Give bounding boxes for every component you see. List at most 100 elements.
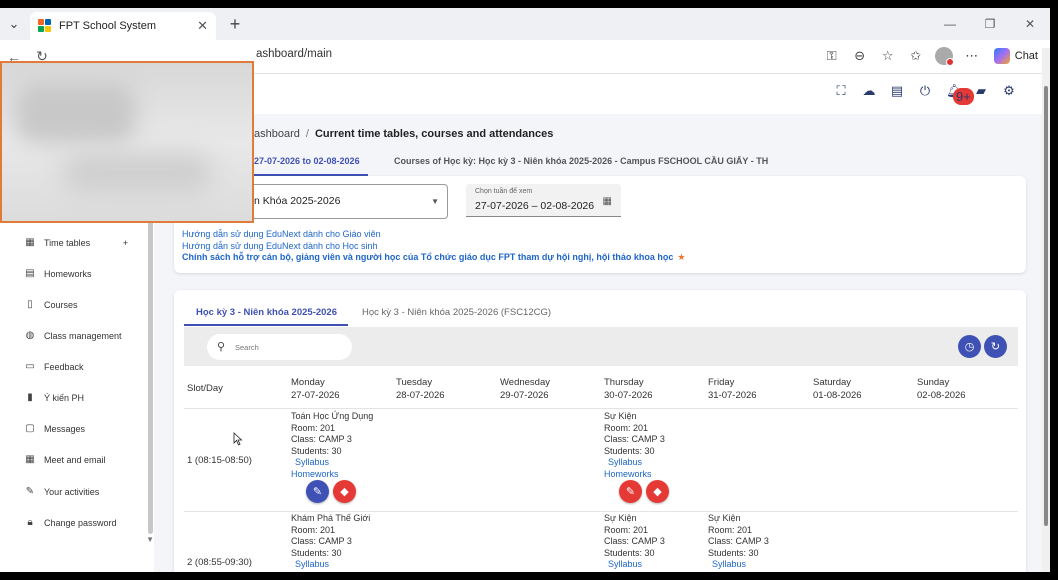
day-header-tuesday: Tuesday 28-07-2026 <box>396 376 445 402</box>
settings-gear-icon[interactable]: ⚙ <box>1002 84 1016 98</box>
key-icon[interactable]: ⚿ <box>820 44 844 68</box>
cell-class: Class: CAMP 3 <box>604 434 665 445</box>
expand-plus-icon[interactable]: + <box>123 238 128 248</box>
syllabus-link[interactable]: Syllabus <box>604 457 665 469</box>
activity-icon: ✎ <box>25 486 35 497</box>
cell-class: Class: CAMP 3 <box>604 536 665 547</box>
sidebar-item-time-tables[interactable]: ▦ Time tables + <box>24 235 134 251</box>
sidebar-item--ki-n-ph[interactable]: ▮ Ý kiến PH <box>24 390 134 406</box>
bookmark-icon: ▮ <box>27 392 33 403</box>
close-tab-icon[interactable]: ✕ <box>197 18 208 34</box>
syllabus-link[interactable]: Syllabus <box>291 559 370 571</box>
fullscreen-icon[interactable]: ⛶ <box>834 84 848 98</box>
favorites-list-icon[interactable]: ✩ <box>904 44 928 68</box>
syllabus-link[interactable]: Syllabus <box>708 559 769 571</box>
day-name: Saturday <box>813 377 852 388</box>
cell-students: Students: 30 <box>604 445 655 456</box>
cell-class: Class: CAMP 3 <box>708 536 769 547</box>
pencil-icon: ✎ <box>625 486 636 498</box>
week-picker-value: 27-07-2026 – 02-08-2026 <box>475 200 595 212</box>
minimize-icon[interactable]: — <box>930 8 970 40</box>
url-field[interactable]: ashboard/main <box>256 48 332 60</box>
course-button[interactable]: ◆ <box>646 480 669 503</box>
sidebar-item-meet-and-email[interactable]: ▦ Meet and email <box>24 452 134 468</box>
tab-courses[interactable]: Courses of Học kỳ: Học kỳ 3 - Niên khóa … <box>394 156 768 166</box>
homeworks-link[interactable]: Homeworks <box>291 469 373 481</box>
sidebar-item-courses[interactable]: ▯ Courses <box>24 297 134 313</box>
site-favicon-icon <box>38 19 52 33</box>
cloud-download-icon[interactable]: ☁ <box>862 84 876 98</box>
breadcrumb-parent[interactable]: ashboard <box>254 128 300 140</box>
day-name: Tuesday <box>396 377 433 388</box>
more-icon[interactable]: ⋯ <box>960 44 984 68</box>
edit-button[interactable]: ✎ <box>619 480 642 503</box>
search-input[interactable] <box>235 339 340 355</box>
year-select[interactable]: n Khóa 2025-2026 ▼ <box>254 184 448 219</box>
page-scrollbar[interactable] <box>1042 48 1050 572</box>
day-name: Thursday <box>604 377 644 388</box>
mouse-cursor-icon <box>233 432 243 446</box>
filter-card: n Khóa 2025-2026 ▼ Chọn tuần để xem 27-0… <box>174 176 1026 273</box>
cell-subject: Sự Kiện <box>604 411 637 421</box>
timetable-cell: Toán Học Ứng Dụng Room: 201 Class: CAMP 3S… <box>291 411 373 481</box>
calendar-icon: ▦ <box>25 237 35 248</box>
new-tab-button[interactable]: + <box>222 11 248 37</box>
timetable-cell: Khám Phá Thế Giới Room: 201 Class: CAMP 3S… <box>291 513 370 572</box>
day-name: Friday <box>708 377 735 388</box>
sidebar-item-your-activities[interactable]: ✎ Your activities <box>24 484 134 500</box>
zoom-icon[interactable]: ⊖ <box>848 44 872 68</box>
cell-room: Room: 201 <box>291 422 336 433</box>
message-icon: ▢ <box>25 423 35 434</box>
document-icon: ▤ <box>25 268 35 279</box>
student-guide-link[interactable]: Hướng dẫn sử dụng EduNext dành cho Học s… <box>182 241 378 251</box>
semester-tab-indicator <box>184 324 348 326</box>
restore-icon[interactable]: ❐ <box>970 8 1010 40</box>
sidebar-item-feedback[interactable]: ▭ Feedback <box>24 359 134 375</box>
tab-semester-fsc12cg[interactable]: Học kỳ 3 - Niên khóa 2025-2026 (FSC12CG) <box>362 307 551 318</box>
favorite-star-icon[interactable]: ☆ <box>876 44 900 68</box>
sidebar-item-label: Feedback <box>44 362 84 372</box>
clipboard-icon[interactable]: ▤ <box>890 84 904 98</box>
history-button[interactable]: ◷ <box>958 335 981 358</box>
timetable-cell: Sự Kiện Room: 201 Class: CAMP 3 Students: 3… <box>708 513 769 572</box>
syllabus-link[interactable]: Syllabus <box>291 457 373 469</box>
day-name: Wednesday <box>500 377 550 388</box>
cell-students: Students: 30 <box>604 547 655 558</box>
chat-button[interactable]: Chat <box>988 48 1044 64</box>
cell-room: Room: 201 <box>604 422 649 433</box>
refresh-button[interactable]: ↻ <box>984 335 1007 358</box>
power-icon[interactable]: ⏻ <box>918 84 932 98</box>
day-header-wednesday: Wednesday 29-07-2026 <box>500 376 550 402</box>
refresh-icon: ↻ <box>990 341 1001 353</box>
course-button[interactable]: ◆ <box>333 480 356 503</box>
slot-day-header: Slot/Day <box>187 383 223 394</box>
browser-tab[interactable]: FPT School System ✕ <box>30 12 216 40</box>
notification-badge: 9+ <box>953 88 974 105</box>
year-select-value: n Khóa 2025-2026 <box>254 195 341 207</box>
homeworks-link[interactable]: Homeworks <box>604 469 665 481</box>
cell-room: Room: 201 <box>291 524 336 535</box>
search-box[interactable]: ⚲ <box>207 334 352 360</box>
cell-room: Room: 201 <box>604 524 649 535</box>
close-window-icon[interactable]: ✕ <box>1010 8 1050 40</box>
tab-list-icon[interactable]: ⌄ <box>0 10 28 38</box>
sidebar-item-class-management[interactable]: ◍ Class management <box>24 328 134 344</box>
edit-button[interactable]: ✎ <box>306 480 329 503</box>
policy-link[interactable]: Chính sách hỗ trợ cán bộ, giảng viên và … <box>182 252 685 263</box>
sidebar-item-homeworks[interactable]: ▤ Homeworks <box>24 266 134 282</box>
week-picker[interactable]: Chọn tuần để xem 27-07-2026 – 02-08-2026… <box>466 184 621 217</box>
syllabus-link[interactable]: Syllabus <box>604 559 665 571</box>
profile-avatar[interactable] <box>932 44 956 68</box>
tab-semester-main[interactable]: Học kỳ 3 - Niên khóa 2025-2026 <box>196 307 337 318</box>
tab-week[interactable]: 27-07-2026 to 02-08-2026 <box>254 156 360 166</box>
sidebar-item-change-password[interactable]: 🔒︎ Change password <box>24 515 134 531</box>
day-date: 27-07-2026 <box>291 390 340 401</box>
notification-bell-icon[interactable]: 🔔︎9+ <box>946 84 974 105</box>
cell-subject: Sự Kiện <box>604 513 637 523</box>
cell-subject: Sự Kiện <box>708 513 741 523</box>
chat-bubble-icon[interactable]: ▰ <box>974 84 988 98</box>
teacher-guide-link[interactable]: Hướng dẫn sử dụng EduNext dành cho Giáo … <box>182 229 381 239</box>
scroll-down-arrow-icon[interactable]: ▼ <box>146 535 154 544</box>
calendar-icon[interactable]: ▦ <box>603 196 612 207</box>
sidebar-item-messages[interactable]: ▢ Messages <box>24 421 134 437</box>
